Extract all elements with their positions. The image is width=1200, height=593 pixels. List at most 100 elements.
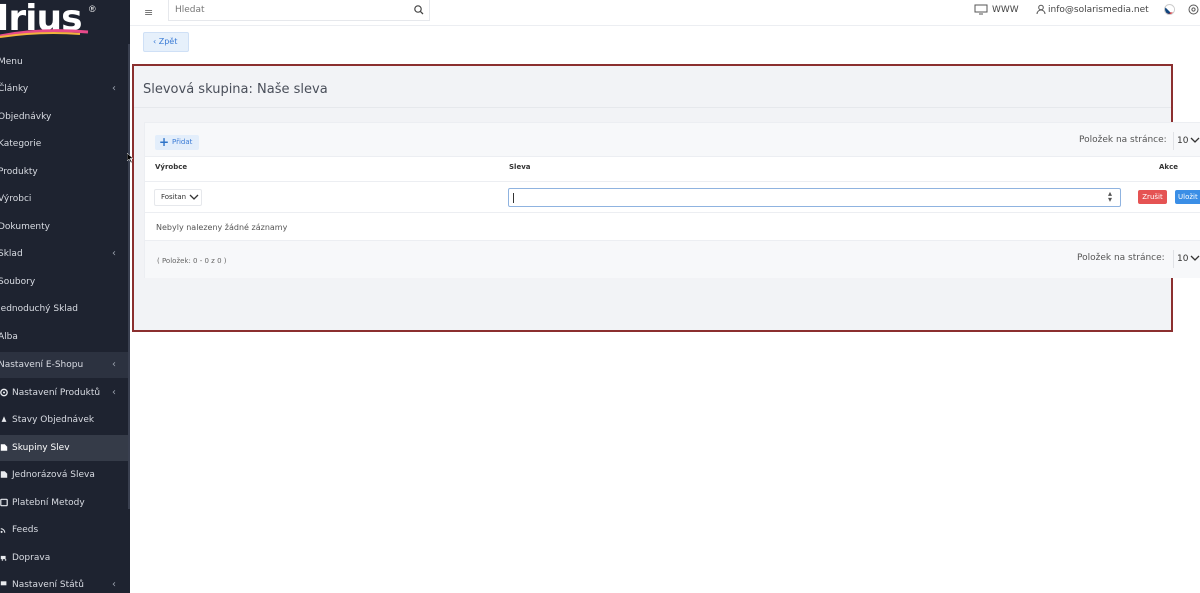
sidebar-item-label: Sklad (0, 249, 23, 259)
sidebar-item-platebni-metody[interactable]: Platební Metody (0, 490, 128, 516)
sidebar-item-doprava[interactable]: Doprava (0, 545, 128, 571)
record-count-info: ( Položek: 0 - 0 z 0 ) (157, 257, 227, 265)
chevron-left-icon: ‹ (112, 579, 116, 590)
sidebar-item-dokumenty[interactable]: Dokumenty (0, 214, 128, 240)
search-box (168, 0, 430, 21)
chevron-down-icon (1190, 255, 1200, 261)
sidebar-item-label: Výrobci (0, 194, 32, 204)
per-page-select[interactable]: 10 (1173, 250, 1200, 268)
monitor-icon (974, 4, 988, 15)
sidebar-item-nastaveni-statu[interactable]: Nastavení Států ‹ (0, 572, 128, 593)
search-input[interactable] (175, 3, 405, 17)
chevron-left-icon: ‹ (112, 83, 116, 94)
sidebar-item-stavy-objednavek[interactable]: Stavy Objednávek (0, 407, 128, 433)
chevron-down-icon (1190, 137, 1200, 143)
rss-icon (0, 528, 6, 533)
sidebar-item-label: Jednoduchý Sklad (0, 304, 79, 314)
sidebar-item-label: Nastavení Produktů (12, 388, 101, 398)
sidebar-item-label: Nastavení Států (12, 580, 84, 590)
chevron-left-icon: ‹ (112, 359, 116, 370)
number-spinner-icon[interactable]: ▴ ▾ (1108, 190, 1112, 204)
sidebar-item-soubory[interactable]: Soubory (0, 269, 128, 295)
add-button-label: Přidat (172, 138, 193, 146)
sidebar-item-produkty[interactable]: Produkty (0, 159, 128, 185)
sidebar-item-label: Produkty (0, 167, 38, 177)
sidebar-item-label: Články (0, 84, 29, 94)
discount-number-input[interactable]: ▴ ▾ (508, 188, 1121, 207)
sidebar-item-label: Doprava (12, 553, 51, 563)
sidebar-scrollbar[interactable] (128, 44, 130, 509)
discount-group-panel: Slevová skupina: Naše sleva + Přidat Pol… (132, 64, 1200, 332)
per-page-value: 10 (1177, 254, 1189, 264)
chevron-left-icon: ‹ (112, 387, 116, 398)
tag-icon (0, 471, 8, 478)
sidebar: Irius ® Menu Články ‹ Objednávky Kategori… (0, 0, 130, 593)
user-email: info@solarismedia.net (1048, 5, 1149, 15)
bell-icon (1, 416, 7, 422)
sidebar-item-label: Jednorázová Sleva (12, 470, 95, 480)
search-icon[interactable] (413, 4, 425, 16)
empty-state-message: Nebyly nalezeny žádné záznamy (156, 223, 288, 232)
column-header-maker: Výrobce (155, 163, 188, 171)
per-page-label: Položek na stránce: (1079, 135, 1167, 145)
flag-icon (0, 581, 7, 586)
sidebar-item-jednoduchy-sklad[interactable]: Jednoduchý Sklad (0, 296, 128, 322)
chevron-down-icon (189, 194, 199, 200)
sidebar-item-kategorie[interactable]: Kategorie (0, 131, 128, 157)
sidebar-item-label: Feeds (12, 525, 39, 535)
panel-header: Slevová skupina: Naše sleva (134, 66, 1171, 108)
settings-gear-icon (0, 388, 8, 397)
sidebar-item-label: Soubory (0, 277, 36, 287)
sidebar-item-feeds[interactable]: Feeds (0, 517, 128, 543)
sidebar-item-label: Stavy Objednávek (12, 415, 95, 425)
mouse-cursor-icon (127, 153, 133, 163)
sidebar-item-nastaveni-eshopu[interactable]: Nastavení E-Shopu ‹ (0, 352, 128, 378)
sidebar-item-nastaveni-produktu[interactable]: Nastavení Produktů ‹ (0, 380, 128, 406)
sidebar-item-label: Skupiny Slev (12, 443, 70, 453)
sidebar-item-label: Alba (0, 332, 18, 342)
sidebar-item-label: Menu (0, 57, 23, 67)
top-bar: ≡ WWW info@solarismedia.net (130, 0, 1200, 26)
table-footer: ( Položek: 0 - 0 z 0 ) Položek na stránc… (145, 240, 1200, 278)
table-toolbar: + Přidat Položek na stránce: 10 (145, 123, 1200, 157)
chevron-left-icon: ‹ (112, 248, 116, 259)
settings-icon[interactable] (1188, 4, 1199, 15)
add-button[interactable]: + Přidat (155, 135, 199, 150)
cancel-button[interactable]: Zrušit (1138, 190, 1167, 204)
sidebar-item-menu: Menu (0, 49, 128, 75)
tag-icon (0, 444, 8, 451)
www-label: WWW (992, 5, 1019, 15)
user-icon (1036, 4, 1046, 15)
sidebar-item-skupiny-slev[interactable]: Skupiny Slev (0, 435, 128, 461)
truck-icon (0, 555, 7, 561)
per-page-label: Položek na stránce: (1077, 253, 1165, 263)
sidebar-item-sklad[interactable]: Sklad ‹ (0, 241, 128, 267)
text-caret (513, 193, 514, 203)
logo-registered-mark: ® (89, 4, 96, 14)
row-divider (145, 212, 1200, 213)
maker-select[interactable]: Fositan (154, 189, 202, 206)
language-flag-icon[interactable] (1164, 4, 1175, 15)
hamburger-icon[interactable]: ≡ (144, 6, 153, 19)
maker-select-value: Fositan (161, 193, 187, 201)
sidebar-item-label: Kategorie (0, 139, 42, 149)
per-page-select[interactable]: 10 (1173, 132, 1200, 150)
column-header-discount: Sleva (509, 163, 531, 171)
discount-table-card: + Přidat Položek na stránce: 10 Výrobce … (144, 122, 1200, 278)
sidebar-item-vyrobci[interactable]: Výrobci (0, 186, 128, 212)
sidebar-item-jednorazova-sleva[interactable]: Jednorázová Sleva (0, 462, 128, 488)
per-page-value: 10 (1177, 136, 1189, 146)
sidebar-item-label: Dokumenty (0, 222, 50, 232)
back-button[interactable]: ‹ Zpět (143, 32, 189, 52)
plus-icon: + (159, 135, 170, 149)
header-divider (145, 181, 1200, 182)
logo[interactable]: Irius ® (0, 0, 130, 44)
page-title: Slevová skupina: Naše sleva (143, 82, 328, 97)
save-button[interactable]: Uložit (1175, 190, 1200, 204)
sidebar-item-alba[interactable]: Alba (0, 324, 128, 350)
sidebar-item-objednavky[interactable]: Objednávky (0, 104, 128, 130)
credit-card-icon (0, 498, 8, 507)
sidebar-item-label: Nastavení E-Shopu (0, 360, 84, 370)
logo-swoosh-icon (0, 29, 89, 38)
sidebar-item-clanky[interactable]: Články ‹ (0, 76, 128, 102)
